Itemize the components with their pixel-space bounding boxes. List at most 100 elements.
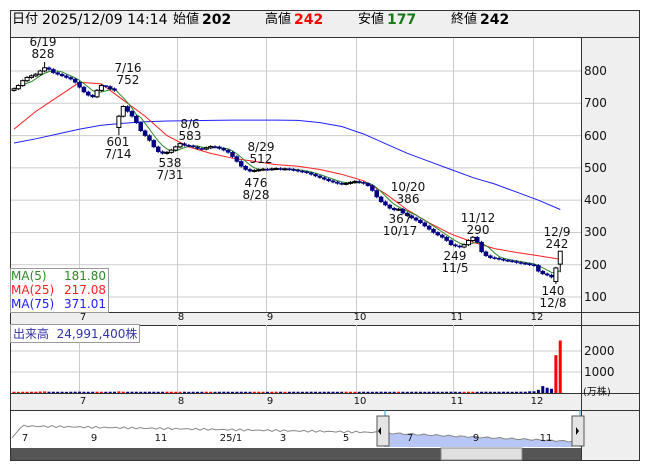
volume-bar — [515, 391, 519, 393]
volume-bar — [397, 391, 401, 393]
volume-bar — [200, 391, 204, 393]
candle — [540, 270, 546, 275]
candle — [374, 190, 379, 198]
navigator-side-bg — [581, 410, 639, 460]
candle — [391, 207, 397, 211]
volume-label: 出来高 — [13, 327, 50, 341]
volume-bar — [314, 391, 318, 393]
candle — [234, 156, 240, 162]
candle — [453, 244, 458, 247]
volume-bar — [375, 391, 379, 393]
candle — [356, 181, 362, 183]
volume-bar — [121, 391, 125, 393]
candle — [94, 89, 100, 98]
candle — [339, 183, 344, 185]
candle — [116, 115, 122, 129]
candle — [243, 166, 248, 170]
volume-bar — [300, 391, 304, 393]
volume-bar — [95, 391, 99, 393]
month-label: 9 — [266, 396, 274, 407]
ma75-line — [13, 119, 561, 210]
volume-bar — [353, 391, 357, 393]
navigator-label: 9 — [90, 433, 98, 444]
legend-ma75: MA(75) 371.01 — [11, 297, 108, 311]
volume-bar — [523, 391, 527, 393]
candle — [173, 146, 179, 151]
candle — [514, 261, 519, 263]
month-label: 10 — [353, 396, 367, 407]
volume-bar — [283, 391, 287, 393]
legend-value: 181.80 — [64, 269, 106, 283]
price-annotation: 6/19 828 — [30, 36, 57, 60]
candle — [518, 262, 524, 264]
volume-bar — [501, 391, 505, 393]
annotation-text: 512 — [249, 152, 273, 166]
volume-bar — [418, 391, 422, 393]
volume-bar — [536, 389, 540, 393]
volume-bar — [12, 391, 16, 393]
volume-bar — [348, 391, 352, 393]
candle — [282, 168, 288, 171]
price-tick: 600 — [584, 128, 607, 143]
volume-bar — [139, 391, 143, 393]
volume-bar — [82, 391, 86, 393]
navigator-label: 3 — [279, 433, 287, 444]
volume-bar — [47, 391, 51, 393]
month-label: 10 — [353, 312, 367, 323]
candle — [64, 75, 69, 78]
candle — [230, 152, 235, 157]
volume-bar — [388, 391, 392, 393]
volume-bar — [488, 391, 492, 393]
volume-bar — [453, 391, 457, 393]
candle — [370, 185, 375, 191]
volume-bar — [126, 391, 130, 393]
annotation-text: 7/31 — [156, 168, 184, 182]
volume-bar — [174, 391, 178, 393]
candle — [59, 73, 65, 77]
volume-bar — [554, 355, 558, 393]
scrollbar-thumb[interactable] — [440, 447, 523, 461]
candle — [15, 85, 21, 90]
candle — [112, 88, 117, 91]
candle — [42, 67, 48, 72]
volume-bar — [475, 391, 479, 393]
volume-bar — [414, 391, 418, 393]
volume-bar — [165, 391, 169, 393]
candle — [326, 178, 331, 182]
volume-bar — [362, 391, 366, 393]
volume-bar — [401, 391, 405, 393]
legend-label: MA(5) — [11, 269, 47, 283]
candle — [37, 70, 43, 75]
month-label: 12 — [530, 396, 544, 407]
candle — [457, 245, 462, 248]
price-annotation: 8/29 512 — [248, 141, 275, 165]
month-axis-bg-2 — [11, 393, 639, 410]
navigator-label: 9 — [472, 433, 480, 444]
volume-bar — [532, 391, 536, 393]
volume-bar — [519, 391, 523, 393]
month-label: 8 — [177, 312, 185, 323]
volume-bar — [244, 391, 248, 393]
candle — [155, 146, 161, 152]
candle — [523, 262, 528, 265]
candle — [147, 135, 152, 141]
volume-bar — [117, 391, 121, 393]
price-annotation: 367 10/17 — [383, 213, 418, 237]
candle — [51, 69, 56, 73]
candle — [383, 201, 388, 206]
candle — [496, 258, 502, 260]
candle — [269, 168, 275, 171]
candle — [557, 250, 563, 265]
navigator-label: 7 — [406, 433, 414, 444]
volume-bar — [379, 391, 383, 393]
candle — [247, 169, 253, 172]
candle — [422, 222, 428, 227]
volume-tick: 2000 — [584, 344, 615, 358]
volume-bar — [196, 391, 200, 393]
volume-bar — [427, 391, 431, 393]
candle — [474, 237, 480, 243]
month-label: 11 — [450, 396, 464, 407]
volume-bar — [217, 391, 221, 393]
volume-bar — [86, 391, 90, 393]
annotation-text: 828 — [31, 47, 55, 61]
